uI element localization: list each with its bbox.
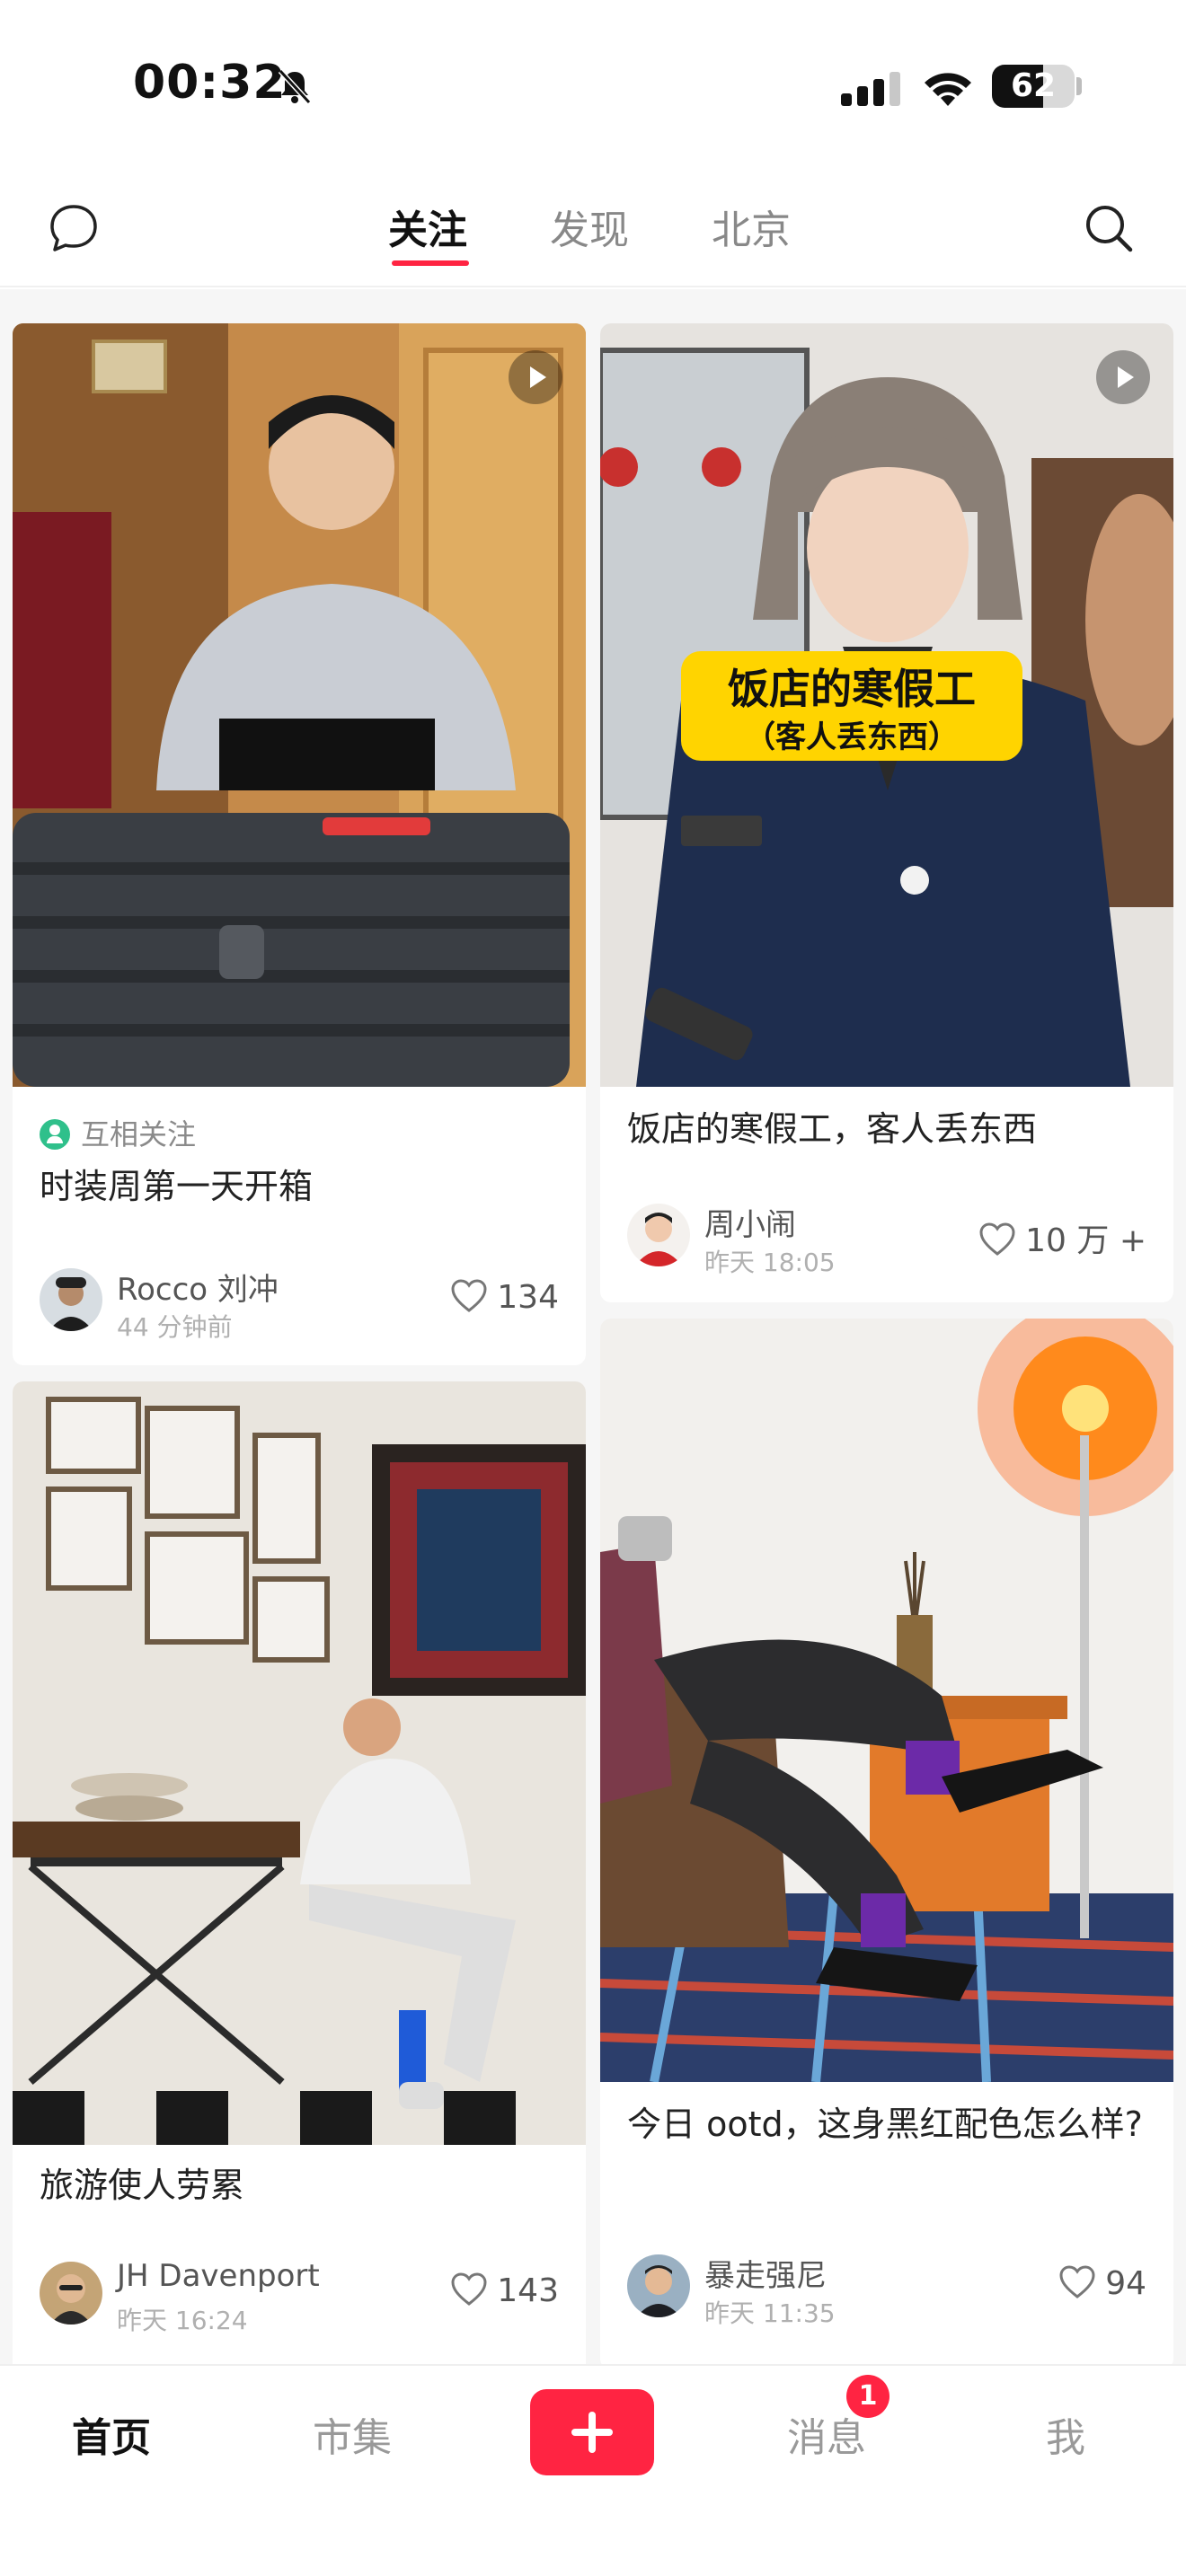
post-time: 44 分钟前 bbox=[117, 1312, 233, 1342]
like-count: 94 bbox=[1105, 2265, 1146, 2302]
tab-following[interactable]: 关注 bbox=[388, 198, 467, 255]
like-button[interactable]: 10 万 + bbox=[978, 1214, 1146, 1261]
note-title[interactable]: 时装周第一天开箱 bbox=[40, 1159, 559, 1214]
search-icon[interactable] bbox=[1082, 201, 1136, 255]
mutual-follow-tag: 互相关注 bbox=[40, 1112, 196, 1153]
chat-bubble-icon[interactable] bbox=[47, 201, 101, 255]
heart-icon bbox=[1059, 2265, 1095, 2298]
note-cover-image[interactable]: 饭店的寒假工 （客人丢东西） bbox=[600, 323, 1173, 1087]
bottom-tab-bar: 首页 市集 消息 1 我 bbox=[0, 2364, 1186, 2576]
cover-overlay-line2: （客人丢东西） bbox=[745, 719, 959, 755]
bell-off-icon bbox=[278, 68, 312, 105]
plus-icon[interactable] bbox=[530, 2389, 654, 2475]
author-name[interactable]: 周小闹 bbox=[704, 1200, 796, 1244]
tab-home[interactable]: 首页 bbox=[72, 2405, 151, 2463]
author-name[interactable]: Rocco 刘冲 bbox=[117, 1265, 279, 1309]
active-tab-indicator bbox=[392, 260, 469, 266]
like-count: 134 bbox=[497, 1279, 559, 1316]
like-count: 10 万 + bbox=[1025, 1222, 1146, 1259]
battery-indicator: 62 bbox=[992, 65, 1075, 108]
tab-market[interactable]: 市集 bbox=[313, 2405, 392, 2463]
author-name[interactable]: 暴走强尼 bbox=[704, 2251, 827, 2295]
mutual-follow-icon bbox=[40, 1119, 70, 1150]
note-title[interactable]: 旅游使人劳累 bbox=[40, 2157, 559, 2213]
author-avatar[interactable] bbox=[627, 1204, 690, 1266]
mutual-follow-label: 互相关注 bbox=[81, 1117, 197, 1151]
like-button[interactable]: 134 bbox=[450, 1279, 559, 1316]
post-time: 昨天 18:05 bbox=[704, 1248, 836, 1277]
tab-me[interactable]: 我 bbox=[1046, 2405, 1085, 2463]
battery-percent: 62 bbox=[1010, 67, 1057, 104]
message-count-badge: 1 bbox=[846, 2375, 890, 2418]
cover-photo-hotel-lobby bbox=[13, 1381, 586, 2145]
like-button[interactable]: 94 bbox=[1058, 2265, 1146, 2302]
note-card[interactable]: 互相关注 时装周第一天开箱 Rocco 刘冲 44 分钟前 134 bbox=[13, 323, 586, 1365]
tab-discover[interactable]: 发现 bbox=[550, 198, 629, 255]
video-play-icon bbox=[509, 350, 562, 404]
cover-overlay-line1: 饭店的寒假工 bbox=[728, 665, 976, 713]
status-bar: 00:32 62 bbox=[0, 0, 1186, 171]
tab-messages[interactable]: 消息 bbox=[787, 2405, 866, 2463]
author-name[interactable]: JH Davenport bbox=[117, 2258, 320, 2294]
note-cover-image[interactable] bbox=[13, 323, 586, 1087]
note-cover-image[interactable] bbox=[600, 1319, 1173, 2082]
note-cover-image[interactable] bbox=[13, 1381, 586, 2145]
video-play-icon bbox=[1096, 350, 1150, 404]
author-avatar[interactable] bbox=[627, 2254, 690, 2317]
post-time: 昨天 11:35 bbox=[704, 2298, 836, 2328]
tab-local-beijing[interactable]: 北京 bbox=[712, 198, 791, 255]
like-button[interactable]: 143 bbox=[450, 2272, 559, 2309]
top-navigation: 关注 发现 北京 bbox=[0, 180, 1186, 287]
note-title[interactable]: 今日 ootd，这身黑红配色怎么样? bbox=[627, 2096, 1146, 2152]
heart-icon bbox=[451, 1279, 487, 1312]
author-avatar[interactable] bbox=[40, 2262, 102, 2325]
note-card[interactable]: 饭店的寒假工 （客人丢东西） 饭店的寒假工，客人丢东西 周小闹 昨天 18:05… bbox=[600, 323, 1173, 1302]
note-card[interactable]: 今日 ootd，这身黑红配色怎么样? 暴走强尼 昨天 11:35 94 bbox=[600, 1319, 1173, 2364]
cover-photo-unboxing bbox=[13, 323, 586, 1087]
cellular-signal-icon bbox=[841, 72, 900, 106]
author-avatar[interactable] bbox=[40, 1268, 102, 1331]
battery-cap bbox=[1076, 77, 1082, 95]
like-count: 143 bbox=[497, 2272, 559, 2309]
post-time: 昨天 16:24 bbox=[117, 2306, 248, 2335]
wifi-icon bbox=[925, 73, 971, 106]
cover-photo-ootd bbox=[600, 1319, 1173, 2082]
cover-photo-hotel-staff: 饭店的寒假工 （客人丢东西） bbox=[600, 323, 1173, 1087]
heart-icon bbox=[979, 1222, 1015, 1256]
status-time: 00:32 bbox=[133, 56, 287, 110]
note-card[interactable]: 旅游使人劳累 JH Davenport 昨天 16:24 143 bbox=[13, 1381, 586, 2364]
note-title[interactable]: 饭店的寒假工，客人丢东西 bbox=[627, 1101, 1146, 1157]
feed-masonry: 互相关注 时装周第一天开箱 Rocco 刘冲 44 分钟前 134 饭店的寒假工… bbox=[0, 289, 1186, 2364]
heart-icon bbox=[451, 2272, 487, 2306]
